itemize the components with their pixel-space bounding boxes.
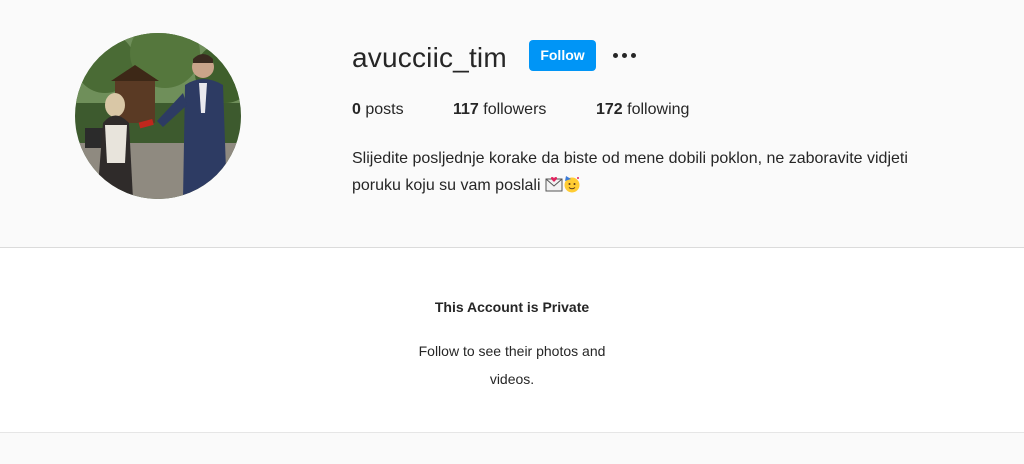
following-count: 172 <box>596 101 623 118</box>
dot <box>630 52 636 58</box>
private-account-panel: This Account is Private Follow to see th… <box>0 248 1024 433</box>
followers-stat[interactable]: 117 followers <box>453 100 546 120</box>
more-options-icon[interactable] <box>610 44 638 66</box>
follow-button[interactable]: Follow <box>529 40 596 71</box>
profile-header: avucciic_tim Follow 0 posts 117 follower… <box>0 0 1024 247</box>
avatar[interactable] <box>75 33 241 199</box>
posts-stat: 0 posts <box>352 100 404 120</box>
bio-line-2: poruku koju su vam poslali <box>352 177 541 194</box>
dot <box>621 52 627 58</box>
dot <box>612 52 618 58</box>
bio-line-1: Slijedite posljednje korake da biste od … <box>352 150 908 167</box>
private-account-subtitle: Follow to see their photos and videos. <box>418 343 606 387</box>
avatar-photo <box>75 33 241 199</box>
posts-label: posts <box>365 101 404 118</box>
partying-face-icon <box>564 176 580 193</box>
followers-count: 117 <box>453 101 479 118</box>
posts-count: 0 <box>352 101 361 118</box>
followers-label: followers <box>483 101 547 118</box>
private-account-title: This Account is Private <box>434 299 590 315</box>
bio-line-2-wrap: poruku koju su vam poslali <box>352 172 992 199</box>
following-stat[interactable]: 172 following <box>596 100 689 120</box>
envelope-with-heart-icon <box>545 176 563 192</box>
profile-username: avucciic_tim <box>352 42 507 73</box>
following-label: following <box>627 101 690 118</box>
profile-bio: Slijedite posljednje korake da biste od … <box>352 145 992 199</box>
